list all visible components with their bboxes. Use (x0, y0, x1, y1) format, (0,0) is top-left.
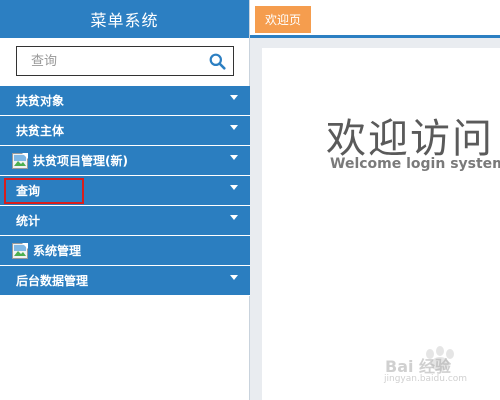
search-icon[interactable] (209, 53, 226, 70)
search-box (16, 46, 234, 76)
sidebar-item-poverty-subjects[interactable]: 扶贫主体 (0, 116, 250, 146)
chevron-down-icon (230, 215, 238, 220)
search-input[interactable] (17, 47, 233, 75)
sidebar-item-label: 统计 (16, 214, 41, 228)
sidebar-item-label: 扶贫项目管理(新) (33, 154, 128, 168)
chevron-down-icon (230, 95, 238, 100)
highlight-box (4, 178, 84, 204)
sidebar-item-project-management[interactable]: 扶贫项目管理(新) (0, 146, 250, 176)
chevron-down-icon (230, 185, 238, 190)
tab-bar: 欢迎页 (250, 0, 500, 38)
sidebar-title: 菜单系统 (0, 0, 249, 38)
search-area (0, 38, 249, 86)
broken-image-icon (12, 152, 28, 169)
sidebar-item-label: 后台数据管理 (16, 274, 89, 288)
sidebar-item-label: 扶贫主体 (16, 124, 65, 138)
chevron-down-icon (230, 155, 238, 160)
sidebar-item-label: 系统管理 (33, 244, 82, 258)
sidebar-item-system-management[interactable]: 系统管理 (0, 236, 250, 266)
broken-image-icon (12, 242, 28, 259)
chevron-down-icon (230, 125, 238, 130)
sidebar-item-backend-data[interactable]: 后台数据管理 (0, 266, 250, 296)
tab-welcome[interactable]: 欢迎页 (255, 6, 312, 33)
sidebar-item-poverty-targets[interactable]: 扶贫对象 (0, 86, 250, 116)
chevron-down-icon (230, 275, 238, 280)
sidebar-item-label: 扶贫对象 (16, 94, 65, 108)
welcome-subtitle: Welcome login system (330, 156, 500, 172)
watermark-url: jingyan.baidu.com (384, 374, 468, 384)
sidebar-item-statistics[interactable]: 统计 (0, 206, 250, 236)
sidebar: 菜单系统 扶贫对象 扶贫主体 扶贫项目管理(新) (0, 0, 250, 400)
sidebar-item-query[interactable]: 查询 (0, 176, 250, 206)
sidebar-menu: 扶贫对象 扶贫主体 扶贫项目管理(新) 查询 统计 系统管理 后台数据管理 (0, 86, 250, 296)
